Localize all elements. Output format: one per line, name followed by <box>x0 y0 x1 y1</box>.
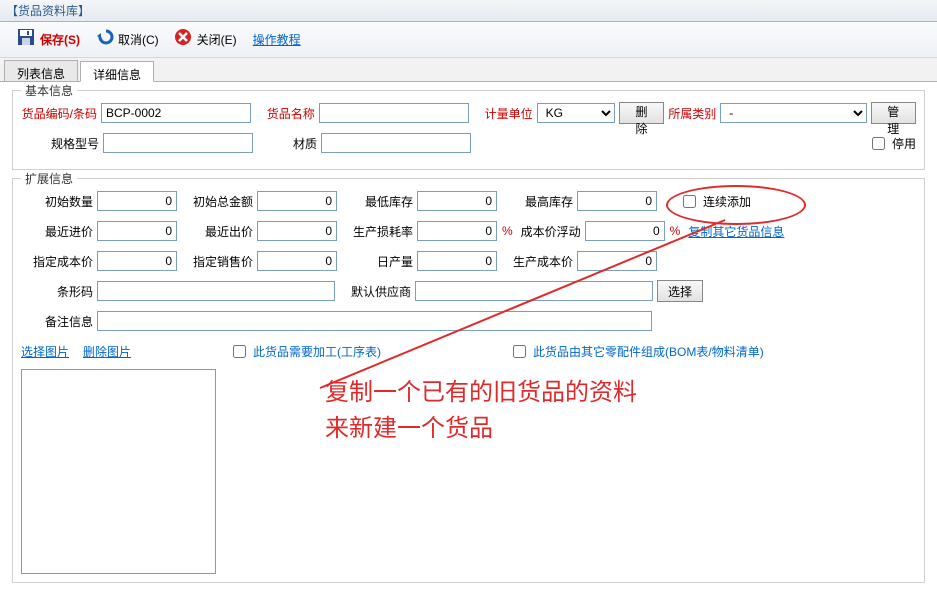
min-stock-input[interactable] <box>417 191 497 211</box>
daily-out-label: 日产量 <box>341 253 413 270</box>
basic-info-title: 基本信息 <box>21 82 77 99</box>
cat-label: 所属类别 <box>668 105 716 122</box>
name-input[interactable] <box>319 103 469 123</box>
last-buy-label: 最近进价 <box>21 223 93 240</box>
tutorial-link[interactable]: 操作教程 <box>253 31 301 48</box>
close-button[interactable]: 关闭(E) <box>167 26 243 54</box>
pct-sign-1: % <box>502 224 513 238</box>
cost-float-label: 成本价浮动 <box>521 223 581 240</box>
manage-button[interactable]: 管理 <box>871 102 916 124</box>
barcode-label: 条形码 <box>21 283 93 300</box>
close-button-label: 关闭(E) <box>197 31 237 48</box>
save-icon <box>16 27 36 52</box>
cancel-button[interactable]: 取消(C) <box>88 26 165 54</box>
code-input[interactable] <box>101 103 251 123</box>
last-buy-input[interactable] <box>97 221 177 241</box>
disable-checkbox[interactable]: 停用 <box>868 134 916 153</box>
loss-rate-label: 生产损耗率 <box>341 223 413 240</box>
cont-add-checkbox[interactable]: 连续添加 <box>679 192 751 211</box>
name-label: 货品名称 <box>267 105 315 122</box>
max-stock-label: 最高库存 <box>501 193 573 210</box>
min-stock-label: 最低库存 <box>341 193 413 210</box>
bom-checkbox[interactable]: 此货品由其它零配件组成(BOM表/物料清单) <box>509 342 764 361</box>
select-image-link[interactable]: 选择图片 <box>21 343 69 360</box>
undo-icon <box>94 27 114 52</box>
cat-select[interactable]: - <box>720 103 866 123</box>
spec-cost-input[interactable] <box>97 251 177 271</box>
save-button[interactable]: 保存(S) <box>10 26 86 54</box>
window-title: 【货品资料库】 <box>0 0 937 22</box>
pct-sign-2: % <box>670 224 681 238</box>
spec-label: 规格型号 <box>21 135 99 152</box>
last-sell-label: 最近出价 <box>181 223 253 240</box>
daily-out-input[interactable] <box>417 251 497 271</box>
cost-float-input[interactable] <box>585 221 665 241</box>
prod-cost-input[interactable] <box>577 251 657 271</box>
max-stock-input[interactable] <box>577 191 657 211</box>
code-label: 货品编码/条码 <box>21 105 97 122</box>
ext-info-title: 扩展信息 <box>21 170 77 187</box>
tab-detail-info[interactable]: 详细信息 <box>80 61 154 82</box>
tab-list-info[interactable]: 列表信息 <box>4 60 78 81</box>
barcode-input[interactable] <box>97 281 335 301</box>
init-qty-input[interactable] <box>97 191 177 211</box>
remark-input[interactable] <box>97 311 652 331</box>
spec-sell-label: 指定销售价 <box>181 253 253 270</box>
delete-button[interactable]: 删除 <box>619 102 664 124</box>
image-preview <box>21 369 216 574</box>
remark-label: 备注信息 <box>21 313 93 330</box>
material-input[interactable] <box>321 133 471 153</box>
cancel-button-label: 取消(C) <box>118 31 159 48</box>
spec-sell-input[interactable] <box>257 251 337 271</box>
last-sell-input[interactable] <box>257 221 337 241</box>
prod-cost-label: 生产成本价 <box>501 253 573 270</box>
delete-image-link[interactable]: 删除图片 <box>83 343 131 360</box>
unit-select[interactable]: KG <box>537 103 615 123</box>
save-button-label: 保存(S) <box>40 31 80 48</box>
material-label: 材质 <box>269 135 317 152</box>
unit-label: 计量单位 <box>485 105 533 122</box>
select-supplier-button[interactable]: 选择 <box>657 280 703 302</box>
close-icon <box>173 27 193 52</box>
toolbar: 保存(S) 取消(C) 关闭(E) 操作教程 <box>0 22 937 58</box>
loss-rate-input[interactable] <box>417 221 497 241</box>
init-amt-label: 初始总金额 <box>181 193 253 210</box>
supplier-label: 默认供应商 <box>339 283 411 300</box>
init-amt-input[interactable] <box>257 191 337 211</box>
spec-cost-label: 指定成本价 <box>21 253 93 270</box>
basic-info-group: 基本信息 货品编码/条码 货品名称 计量单位 KG 删除 所属类别 - 管理 规… <box>12 90 925 170</box>
tabs: 列表信息 详细信息 <box>0 58 937 82</box>
spec-input[interactable] <box>103 133 253 153</box>
supplier-input[interactable] <box>415 281 653 301</box>
copy-other-link[interactable]: 复制其它货品信息 <box>688 223 784 240</box>
init-qty-label: 初始数量 <box>21 193 93 210</box>
ext-info-group: 扩展信息 初始数量 初始总金额 最低库存 最高库存 连续添加 最近进价 最近出价… <box>12 178 925 583</box>
need-process-checkbox[interactable]: 此货品需要加工(工序表) <box>229 342 381 361</box>
